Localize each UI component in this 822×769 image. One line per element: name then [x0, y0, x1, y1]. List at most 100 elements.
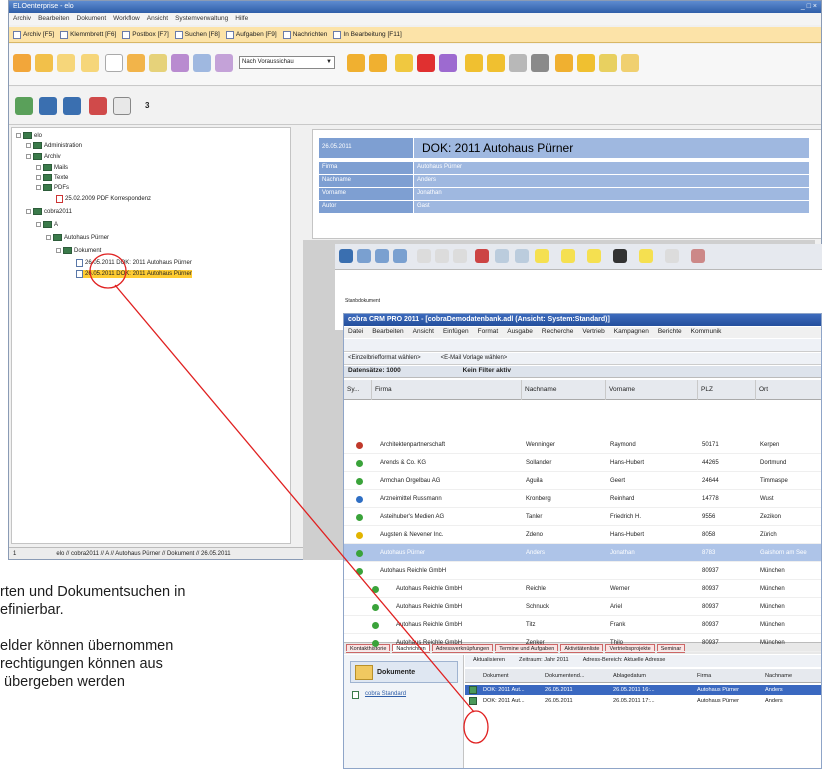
checkout-icon[interactable] — [347, 54, 365, 72]
delete-icon[interactable] — [417, 54, 435, 72]
table-row[interactable]: Augsten & Nevener Inc. Zdeno Hans-Hubert 80… — [344, 526, 821, 544]
refresh-button[interactable]: Aktualisieren — [473, 657, 505, 665]
menu-recherche[interactable]: Recherche — [542, 328, 573, 337]
menu-format[interactable]: Format — [478, 328, 499, 337]
menu-bearbeiten[interactable]: Bearbeiten — [38, 15, 69, 23]
menu-datei[interactable]: Datei — [348, 328, 363, 337]
new-folder-icon[interactable] — [81, 54, 99, 72]
note-icon[interactable] — [535, 249, 549, 263]
tab-in-bearbeitung[interactable]: In Bearbeitung [F11] — [333, 30, 402, 39]
font-size-icon[interactable] — [665, 249, 679, 263]
delete-annotation-icon[interactable] — [475, 249, 489, 263]
menu-ansicht[interactable]: Ansicht — [413, 328, 434, 337]
arrow-icon[interactable] — [515, 249, 529, 263]
back-icon[interactable] — [13, 54, 31, 72]
col-nachname[interactable]: Nachname — [765, 673, 792, 679]
side-item-cobra-standard[interactable]: cobra Standard — [352, 691, 406, 699]
email-template-select[interactable]: <E-Mail Vorlage wählen> — [441, 355, 508, 362]
tree-node-doc-2[interactable]: 26.05.2011 DOK: 2011 Autohaus Pürner — [76, 270, 192, 278]
folder-add-icon[interactable] — [127, 54, 145, 72]
printer-icon[interactable] — [509, 54, 527, 72]
col-firma[interactable]: Firma — [697, 673, 711, 679]
expand-icon[interactable] — [26, 143, 31, 148]
menu-workflow[interactable]: Workflow — [113, 15, 140, 23]
menu-kampagnen[interactable]: Kampagnen — [614, 328, 649, 337]
col-dokument[interactable]: Dokument — [483, 673, 509, 679]
mail-icon[interactable] — [487, 54, 505, 72]
table-row[interactable]: Armchan Orgelbau AG Aguila Geert 24644 Timma… — [344, 472, 821, 490]
collapse-icon[interactable] — [46, 235, 51, 240]
cobra-link-icon[interactable] — [113, 97, 131, 115]
tree-node-mails[interactable]: Mails — [36, 164, 68, 171]
table-row[interactable]: Architektenpartnerschaft Wenninger Raymond… — [344, 436, 821, 454]
table-row[interactable]: Autohaus Reichle GmbH Reichle Werner 80937 M… — [344, 580, 821, 598]
col-plz[interactable]: PLZ — [698, 380, 756, 400]
tab-suchen[interactable]: Suchen [F8] — [174, 30, 220, 39]
col-ort[interactable]: Ort — [756, 380, 821, 400]
window-controls[interactable]: _ □ × — [801, 3, 817, 11]
highlight-icon[interactable] — [561, 249, 575, 263]
tree-node-archiv[interactable]: Archiv — [26, 153, 61, 160]
menu-berichte[interactable]: Berichte — [658, 328, 682, 337]
menu-ansicht[interactable]: Ansicht — [147, 15, 168, 23]
tree-node-pdfs[interactable]: PDFs — [36, 184, 69, 191]
print-list-icon[interactable] — [531, 54, 549, 72]
viewer-icon[interactable] — [339, 249, 353, 263]
pin-icon[interactable] — [395, 54, 413, 72]
zoom-icon[interactable] — [453, 249, 467, 263]
col-dokumentende[interactable]: Dokumentend... — [545, 673, 585, 679]
period-select[interactable]: Zeitraum: Jahr 2011 — [519, 657, 569, 665]
notes-icon[interactable] — [621, 54, 639, 72]
tab-archiv[interactable]: Archiv [F5] — [13, 30, 54, 39]
tab-klemmbrett[interactable]: Klemmbrett [F6] — [60, 30, 116, 39]
tab-aufgaben[interactable]: Aufgaben [F9] — [225, 30, 277, 39]
back-alt-icon[interactable] — [35, 54, 53, 72]
col-ablagedatum[interactable]: Ablagedatum — [613, 673, 646, 679]
collapse-icon[interactable] — [36, 185, 41, 190]
menu-archiv[interactable]: Archiv — [13, 15, 31, 23]
page-icon[interactable] — [393, 249, 407, 263]
close-view-icon[interactable] — [39, 97, 57, 115]
menu-kommunikation[interactable]: Kommunik — [691, 328, 722, 337]
text-icon[interactable] — [495, 249, 509, 263]
documents-header[interactable]: Dokumente — [350, 661, 458, 683]
checkin-icon[interactable] — [369, 54, 387, 72]
report-icon[interactable] — [599, 54, 617, 72]
tree-node-texte[interactable]: Texte — [36, 174, 68, 181]
col-firma[interactable]: Firma — [372, 380, 522, 400]
col-vorname[interactable]: Vorname — [606, 380, 698, 400]
expand-icon[interactable] — [36, 165, 41, 170]
tree-node-administration[interactable]: Administration — [26, 142, 82, 149]
tree-node-dokument[interactable]: Dokument — [56, 247, 101, 254]
tree-node-pdf-document[interactable]: 25.02.2009 PDF Korrespondenz — [56, 195, 151, 203]
page-icon[interactable] — [357, 249, 371, 263]
line-icon[interactable] — [613, 249, 627, 263]
view-select[interactable]: Nach Voraussichau ▼ — [239, 56, 335, 69]
select-icon[interactable] — [417, 249, 431, 263]
menu-dokument[interactable]: Dokument — [77, 15, 107, 23]
panel-icon[interactable] — [63, 97, 81, 115]
collapse-icon[interactable] — [56, 248, 61, 253]
undo-icon[interactable] — [439, 54, 457, 72]
menu-bearbeiten[interactable]: Bearbeiten — [372, 328, 403, 337]
col-nachname[interactable]: Nachname — [522, 380, 606, 400]
document-row[interactable]: DOK: 2011 Aut... 26.05.2011 26.05.2011 17:… — [465, 696, 821, 706]
tree-node-doc-1[interactable]: 26.05.2011 DOK: 2011 Autohaus Pürner — [76, 259, 192, 267]
tree-node-a[interactable]: A — [36, 221, 58, 228]
import-icon[interactable] — [193, 54, 211, 72]
cobra-icon[interactable] — [89, 97, 107, 115]
table-row[interactable]: Autohaus Reichle GmbH 80937 München — [344, 562, 821, 580]
col-symbol[interactable]: Sy... — [344, 380, 372, 400]
table-row[interactable]: Asteihuber's Medien AG Tanler Friedrich H.… — [344, 508, 821, 526]
table-row[interactable]: Autohaus Reichle GmbH Zenker Thilo 80937 Mün… — [344, 634, 821, 652]
table-row[interactable]: Autohaus Reichle GmbH Schnuck Ariel 80937 Mü… — [344, 598, 821, 616]
menu-systemverwaltung[interactable]: Systemverwaltung — [175, 15, 228, 23]
workflow-icon[interactable] — [465, 54, 483, 72]
address-range-select[interactable]: Adress-Bereich: Aktuelle Adresse — [583, 657, 666, 665]
print-icon[interactable] — [215, 54, 233, 72]
new-document-icon[interactable] — [105, 54, 123, 72]
scan-icon[interactable] — [171, 54, 189, 72]
tab-postbox[interactable]: Postbox [F7] — [122, 30, 169, 39]
tree-view-icon[interactable] — [15, 97, 33, 115]
expand-icon[interactable] — [36, 175, 41, 180]
